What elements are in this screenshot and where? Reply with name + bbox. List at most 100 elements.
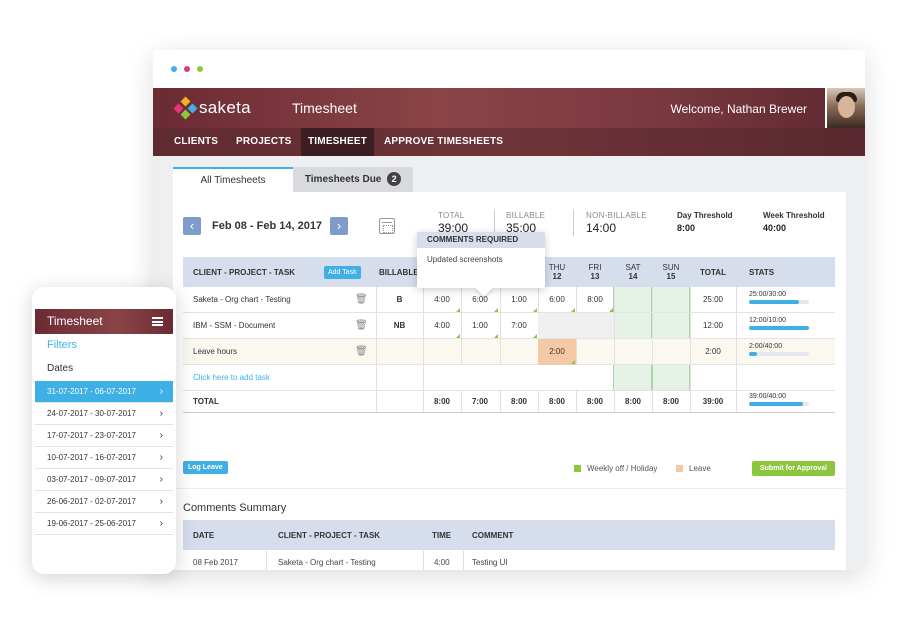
section-divider: [173, 488, 846, 489]
col-header-stats: STATS: [749, 267, 775, 277]
submit-for-approval-button[interactable]: Submit for Approval: [751, 461, 835, 476]
row-total: 12:00: [702, 321, 724, 330]
saketa-logo-icon: [173, 96, 198, 120]
nav-clients[interactable]: CLIENTS: [167, 128, 225, 156]
hours-cell[interactable]: [576, 313, 614, 338]
row-billable: B: [396, 295, 403, 304]
mobile-date-item[interactable]: 17-07-2017 - 23-07-2017 ›: [35, 425, 173, 447]
col-header-task: CLIENT - PROJECT - TASK: [193, 267, 296, 277]
week-range: Feb 08 - Feb 14, 2017: [212, 220, 323, 232]
logo-text: saketa: [199, 98, 251, 117]
day-total: 8:00: [624, 397, 641, 406]
week-threshold-value: 40:00: [763, 223, 787, 233]
summary-nonbillable-value: 14:00: [586, 221, 617, 235]
total-row-label: TOTAL: [193, 397, 219, 406]
summary-billable-label: BILLABLE: [506, 211, 546, 220]
mobile-dates-label: Dates: [47, 363, 74, 374]
table-row: IBM - SSM - Document 🗑 NB 4:00 1:00 7:00 12:00…: [183, 313, 835, 339]
day-name: SUN: [662, 263, 680, 272]
row-stat: 25:00/30:00: [749, 291, 809, 304]
row-stat-text: 2:00/40:00: [749, 343, 783, 350]
tooltip-title: COMMENTS REQUIRED: [417, 232, 545, 248]
day-number: 12: [552, 272, 562, 281]
grid-rows: Saketa - Org chart - Testing 🗑 B 4:00 6:00 1:…: [183, 287, 835, 365]
grand-stat-text: 39:00/40:00: [749, 393, 786, 400]
row-task-cell: Leave hours: [193, 339, 237, 364]
grand-stat: 39:00/40:00: [749, 393, 809, 406]
comments-rows: 08 Feb 2017 Saketa - Org chart - Testing…: [183, 550, 835, 570]
add-task-button[interactable]: Add Task: [324, 265, 361, 279]
row-client: Saketa: [193, 295, 218, 304]
chevron-right-icon: ›: [159, 518, 163, 529]
app-header: saketa Timesheet Welcome, Nathan Brewer: [153, 88, 865, 128]
summary-nonbillable: NON-BILLABLE 14:00: [586, 211, 647, 235]
delete-icon[interactable]: 🗑: [355, 339, 368, 364]
hamburger-menu-icon[interactable]: [152, 317, 163, 326]
summary-nonbillable-label: NON-BILLABLE: [586, 211, 647, 220]
delete-icon[interactable]: 🗑: [355, 287, 368, 312]
comment-task-cell: Saketa - Org chart - Testing: [278, 558, 376, 567]
tab-timesheets-due[interactable]: Timesheets Due 2: [293, 167, 413, 192]
hours-cell[interactable]: [576, 339, 614, 364]
day-threshold-value: 8:00: [677, 223, 696, 233]
nav-projects[interactable]: PROJECTS: [229, 128, 299, 156]
legend-leave: Leave: [676, 464, 711, 473]
day-total: 8:00: [510, 397, 527, 406]
hours-cell[interactable]: [538, 313, 576, 338]
hours-cell[interactable]: [614, 339, 652, 364]
mobile-date-item[interactable]: 19-06-2017 - 25-06-2017 ›: [35, 513, 173, 535]
day-number: 14: [628, 272, 638, 281]
day-number: 15: [666, 272, 676, 281]
tab-all-timesheets[interactable]: All Timesheets: [173, 167, 293, 192]
mobile-date-item[interactable]: 31-07-2017 - 06-07-2017 ›: [35, 381, 173, 403]
mobile-date-label: 24-07-2017 - 30-07-2017: [47, 409, 136, 418]
calendar-icon[interactable]: [379, 218, 395, 234]
table-row: Saketa - Org chart - Testing 🗑 B 4:00 6:00 1:…: [183, 287, 835, 313]
mobile-date-list: 31-07-2017 - 06-07-2017 › 24-07-2017 - 30-…: [35, 381, 173, 535]
row-stat-text: 25:00/30:00: [749, 291, 786, 298]
row-task: Org chart - Testing: [225, 295, 291, 304]
col-header-total: TOTAL: [700, 267, 726, 277]
hours-cell[interactable]: [652, 339, 690, 364]
row-stat: 2:00/40:00: [749, 343, 809, 356]
day-name: FRI: [588, 263, 602, 272]
summary-divider: [573, 210, 574, 236]
mobile-filters-link[interactable]: Filters: [47, 339, 77, 351]
mobile-date-item[interactable]: 10-07-2017 - 16-07-2017 ›: [35, 447, 173, 469]
welcome-message: Welcome, Nathan Brewer: [670, 102, 808, 116]
mobile-date-item[interactable]: 26-06-2017 - 02-07-2017 ›: [35, 491, 173, 513]
hours-cell[interactable]: [614, 287, 652, 312]
mobile-date-label: 03-07-2017 - 09-07-2017: [47, 475, 136, 484]
grand-stat-bar: [749, 402, 809, 406]
mobile-date-label: 19-06-2017 - 25-06-2017: [47, 519, 136, 528]
nav-timesheet[interactable]: TIMESHEET: [301, 128, 375, 156]
row-task: SSM - Document: [214, 321, 276, 330]
hours-cell[interactable]: [423, 339, 461, 364]
delete-icon[interactable]: 🗑: [355, 313, 368, 338]
user-avatar[interactable]: [825, 88, 865, 128]
legend-leave-swatch: [676, 465, 683, 472]
hours-cell[interactable]: [652, 287, 690, 312]
app-title: Timesheet: [292, 100, 357, 116]
mobile-date-label: 17-07-2017 - 23-07-2017: [47, 431, 136, 440]
next-week-button[interactable]: ›: [330, 217, 348, 235]
hours-cell[interactable]: [652, 313, 690, 338]
row-billable: [376, 339, 423, 364]
summary-total-label: TOTAL: [438, 211, 465, 220]
mobile-date-item[interactable]: 03-07-2017 - 09-07-2017 ›: [35, 469, 173, 491]
log-leave-button[interactable]: Log Leave: [183, 461, 228, 474]
hours-cell[interactable]: [500, 339, 538, 364]
add-task-link[interactable]: Click here to add task: [193, 373, 270, 382]
col-header-date: DATE: [193, 530, 215, 540]
row-task-cell: Saketa - Org chart - Testing: [193, 295, 291, 304]
prev-week-button[interactable]: ‹: [183, 217, 201, 235]
hours-cell[interactable]: [614, 313, 652, 338]
nav-approve-timesheets[interactable]: APPROVE TIMESHEETS: [377, 128, 510, 156]
col-header-billable: BILLABLE: [379, 267, 419, 277]
mobile-date-item[interactable]: 24-07-2017 - 30-07-2017 ›: [35, 403, 173, 425]
week-threshold: Week Threshold 40:00: [763, 211, 825, 233]
hours-cell[interactable]: [461, 339, 499, 364]
saketa-logo[interactable]: saketa: [173, 96, 251, 120]
timesheet-panel: ‹ Feb 08 - Feb 14, 2017 › TOTAL 39:00 BI…: [173, 192, 846, 570]
table-row: 08 Feb 2017 Saketa - Org chart - Testing…: [183, 550, 835, 570]
